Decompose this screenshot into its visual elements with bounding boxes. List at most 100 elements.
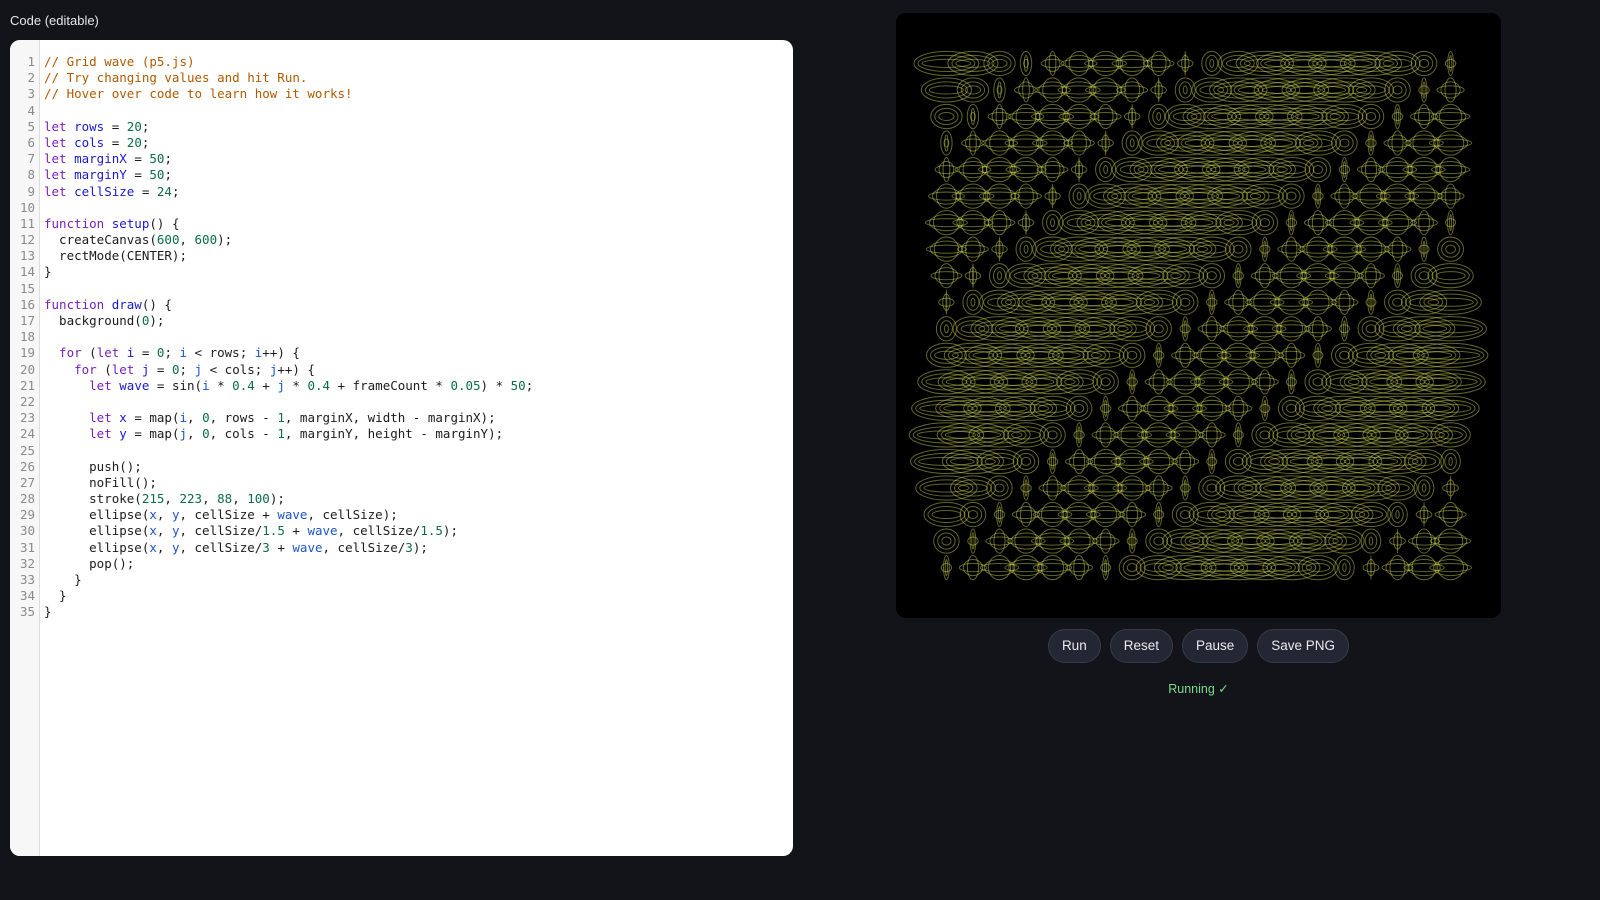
code-token: 100 (247, 491, 270, 507)
line-number: 21 (19, 377, 35, 393)
code-token: , marginX, width - marginX); (284, 410, 496, 426)
code-token: } (44, 604, 52, 620)
line-number: 18 (19, 329, 35, 345)
line-number: 7 (27, 151, 35, 167)
code-line[interactable]: background(0); (44, 313, 793, 329)
code-token: , (179, 232, 195, 248)
code-token: * (284, 377, 308, 393)
code-token: let (44, 134, 75, 150)
code-line[interactable]: ellipse(x, y, cellSize/1.5 + wave, cellS… (44, 523, 793, 539)
code-line[interactable] (44, 443, 793, 459)
code-line[interactable]: createCanvas(600, 600); (44, 232, 793, 248)
line-number: 24 (19, 426, 35, 442)
code-line[interactable]: let y = map(j, 0, cols - 1, marginY, hei… (44, 426, 793, 442)
code-line[interactable]: function draw() { (44, 297, 793, 313)
code-token: for (44, 361, 105, 377)
code-line[interactable]: } (44, 588, 793, 604)
code-token: push(); (44, 458, 142, 474)
code-line[interactable] (44, 281, 793, 297)
code-text-area[interactable]: // Grid wave (p5.js)// Try changing valu… (40, 40, 793, 856)
code-token: j (194, 361, 203, 377)
code-token: ++) { (262, 345, 300, 361)
code-token: marginX (74, 151, 127, 167)
code-token: ( (104, 361, 112, 377)
code-line[interactable]: let marginY = 50; (44, 167, 793, 183)
code-editor[interactable]: 1 2 3 4 5 6 7 8 9 10 11 12 13 14 15 16 17 18 19 20 21 22 23 24 2… (10, 40, 793, 856)
code-line[interactable]: pop(); (44, 556, 793, 572)
sketch-canvas (896, 13, 1501, 618)
code-line[interactable]: let marginX = 50; (44, 151, 793, 167)
line-number: 17 (19, 313, 35, 328)
code-token: 1.5 (420, 523, 443, 539)
code-line[interactable]: // Grid wave (p5.js) (44, 54, 793, 70)
code-token: () { (141, 296, 172, 312)
line-number: 32 (19, 555, 35, 571)
code-token: 600 (156, 232, 180, 248)
code-line[interactable]: let cols = 20; (44, 135, 793, 151)
code-token: , (164, 491, 180, 507)
code-line[interactable]: ellipse(x, y, cellSize + wave, cellSize)… (44, 507, 793, 523)
code-line[interactable] (44, 329, 793, 345)
code-line[interactable]: // Try changing values and hit Run. (44, 70, 793, 86)
code-token: 3 (405, 539, 413, 555)
code-line[interactable]: } (44, 264, 793, 280)
code-line[interactable]: let x = map(i, 0, rows - 1, marginX, wid… (44, 410, 793, 426)
code-token: , cellSize/ (179, 523, 263, 539)
line-number: 20 (19, 361, 35, 377)
code-token: ellipse( (44, 523, 150, 539)
code-token: y (119, 426, 127, 442)
code-token: ); (269, 491, 285, 507)
code-line[interactable]: let wave = sin(i * 0.4 + j * 0.4 + frame… (44, 378, 793, 394)
code-token: 50 (510, 377, 526, 393)
code-line[interactable] (44, 394, 793, 410)
code-token: function (44, 215, 112, 231)
code-line[interactable]: stroke(215, 223, 88, 100); (44, 491, 793, 507)
code-line[interactable]: let cellSize = 24; (44, 184, 793, 200)
line-number: 2 (27, 70, 35, 86)
line-number: 19 (19, 345, 35, 361)
sketch-drawing (896, 13, 1501, 618)
save-png-button[interactable]: Save PNG (1257, 629, 1350, 663)
line-number: 26 (19, 458, 35, 474)
code-line[interactable] (44, 200, 793, 216)
code-token: ; (164, 345, 180, 361)
code-token: , rows - (209, 410, 278, 426)
code-token: 3 (262, 539, 270, 555)
code-token: draw (111, 296, 142, 312)
code-token: 1.5 (262, 523, 285, 539)
code-token: noFill(); (44, 474, 157, 490)
code-line[interactable]: let rows = 20; (44, 119, 793, 135)
code-line[interactable] (44, 103, 793, 119)
code-token: , cellSize/ (179, 539, 263, 555)
code-line[interactable]: noFill(); (44, 475, 793, 491)
run-status: Running ✓ (1168, 682, 1229, 696)
code-token: 1 (277, 410, 285, 426)
code-token: ); (149, 313, 165, 328)
line-number: 15 (19, 280, 35, 296)
code-token: = map( (126, 426, 180, 442)
code-token: , (187, 410, 203, 426)
pause-button[interactable]: Pause (1181, 629, 1249, 663)
code-token: rectMode(CENTER); (44, 248, 187, 264)
run-button[interactable]: Run (1047, 629, 1101, 663)
code-token: 223 (179, 491, 203, 507)
code-line[interactable]: } (44, 604, 793, 620)
code-line[interactable]: rectMode(CENTER); (44, 248, 793, 264)
code-token: wave (292, 539, 323, 555)
code-line[interactable]: for (let j = 0; j < cols; j++) { (44, 362, 793, 378)
code-line[interactable]: ellipse(x, y, cellSize/3 + wave, cellSiz… (44, 540, 793, 556)
code-line[interactable]: function setup() { (44, 216, 793, 232)
code-token: , (156, 523, 172, 539)
code-line[interactable]: for (let i = 0; i < rows; i++) { (44, 345, 793, 361)
code-line[interactable]: // Hover over code to learn how it works… (44, 86, 793, 102)
code-token: = (104, 134, 127, 150)
code-token: pop(); (44, 555, 135, 571)
line-number: 31 (19, 539, 35, 555)
code-token: ; (164, 151, 172, 167)
code-token: ; (164, 167, 172, 183)
code-token: stroke( (44, 491, 142, 507)
code-line[interactable]: push(); (44, 459, 793, 475)
code-token: , cols - (209, 426, 278, 442)
code-line[interactable]: } (44, 572, 793, 588)
reset-button[interactable]: Reset (1109, 629, 1173, 663)
